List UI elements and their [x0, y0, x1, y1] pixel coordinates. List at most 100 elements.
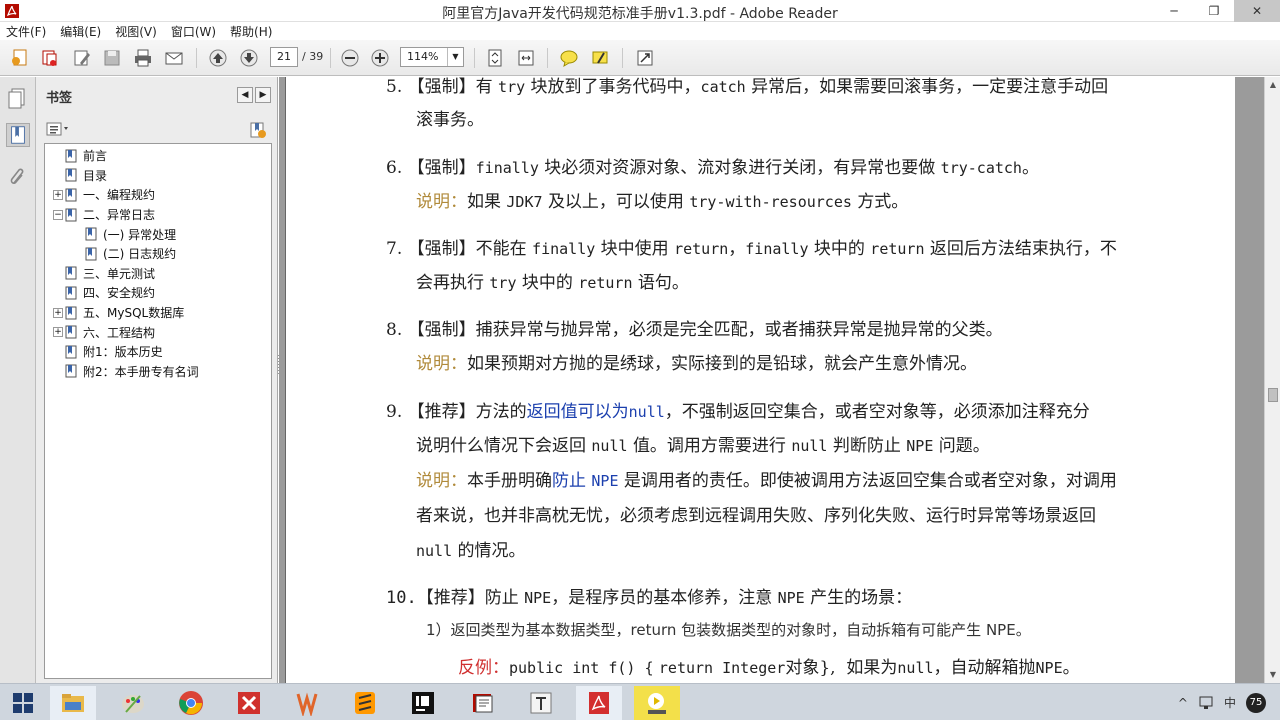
bookmark-label: 目录 — [83, 168, 108, 183]
bookmark-item[interactable]: 前言 — [45, 146, 271, 166]
bookmark-item[interactable]: + 一、编程规约 — [45, 185, 271, 205]
scroll-down-icon[interactable]: ▼ — [1265, 667, 1280, 683]
collapse-left-icon[interactable]: ◀ — [237, 87, 253, 103]
collapse-icon[interactable]: − — [53, 209, 63, 220]
bookmark-flag-icon — [85, 227, 97, 241]
tray-expand-icon[interactable]: ^ — [1178, 696, 1188, 710]
edit-pdf-icon[interactable] — [70, 46, 94, 70]
page-thumbnails-icon[interactable] — [6, 85, 30, 109]
rule-9-note-line-3: null 的情况。 — [416, 541, 526, 561]
expand-bookmark-icon[interactable] — [249, 121, 267, 139]
bookmark-flag-icon — [65, 188, 77, 202]
next-page-icon[interactable] — [237, 46, 261, 70]
wps-icon[interactable] — [284, 686, 330, 720]
expand-icon[interactable]: + — [53, 189, 63, 200]
bookmark-flag-icon — [65, 149, 77, 163]
scroll-up-icon[interactable]: ▲ — [1265, 77, 1280, 93]
rule-10-line-1: 10.【推荐】防止 NPE，是程序员的基本修养，注意 NPE 产生的场景： — [386, 588, 913, 608]
rule-7-line-2: 会再执行 try 块中的 return 语句。 — [416, 273, 689, 293]
close-button[interactable]: ✕ — [1234, 0, 1280, 22]
page-total: / 39 — [302, 50, 324, 63]
acrobat-icon[interactable] — [576, 686, 622, 720]
menu-help[interactable]: 帮助(H) — [230, 23, 278, 40]
input-method-indicator[interactable]: 中 — [1224, 694, 1236, 711]
menu-window[interactable]: 窗口(W) — [171, 23, 222, 40]
vertical-scrollbar[interactable]: ▲ ▼ — [1264, 77, 1280, 683]
menu-file[interactable]: 文件(F) — [6, 23, 52, 40]
bookmark-item[interactable]: (二) 日志规约 — [45, 244, 271, 264]
bookmark-item[interactable]: 目录 — [45, 166, 271, 186]
page-number-input[interactable]: 21 — [270, 47, 298, 67]
bookmark-item[interactable]: 附1：版本历史 — [45, 342, 271, 362]
network-icon[interactable] — [1198, 695, 1214, 711]
expand-icon[interactable]: + — [53, 327, 63, 338]
rule-5-line-2: 滚事务。 — [416, 110, 484, 130]
sublime-icon[interactable] — [342, 686, 388, 720]
document-page: 5. 【强制】有 try 块放到了事务代码中，catch 异常后，如果需要回滚事… — [285, 77, 1235, 683]
rule-6-line-1: 6. 【强制】finally 块必须对资源对象、流对象进行关闭，有异常也要做 t… — [386, 158, 1039, 178]
file-explorer-icon[interactable] — [50, 686, 96, 720]
menu-view[interactable]: 视图(V) — [115, 23, 163, 40]
window-title: 阿里官方Java开发代码规范标准手册v1.3.pdf - Adobe Reade… — [442, 6, 838, 22]
bookmark-label: (二) 日志规约 — [103, 247, 177, 262]
player-icon[interactable] — [634, 686, 680, 720]
save-icon[interactable] — [100, 46, 124, 70]
restore-button[interactable]: ❐ — [1194, 0, 1234, 22]
bookmarks-icon[interactable] — [6, 123, 30, 147]
zoom-out-icon[interactable] — [338, 46, 362, 70]
navigation-pane — [0, 77, 36, 683]
chrome-icon[interactable] — [168, 686, 214, 720]
previous-page-icon[interactable] — [206, 46, 230, 70]
rule-10-example: 反例：public int f() { return Integer对象}, 如… — [458, 658, 1080, 678]
zoom-select[interactable]: 114% ▼ — [400, 47, 464, 67]
minimize-button[interactable]: ─ — [1154, 0, 1194, 22]
fullscreen-icon[interactable] — [633, 46, 657, 70]
intellij-icon[interactable] — [400, 686, 446, 720]
windows-start-icon[interactable] — [0, 686, 46, 720]
highlight-icon[interactable] — [588, 46, 612, 70]
bookmarks-header: 书签 — [46, 91, 73, 106]
rule-10-sub-1: 1）返回类型为基本数据类型，return 包装数据类型的对象时，自动拆箱有可能产… — [426, 621, 1031, 639]
rule-8-line-1: 8. 【强制】捕获异常与抛异常，必须是完全匹配，或者捕获异常是抛异常的父类。 — [386, 320, 1003, 340]
email-icon[interactable] — [162, 46, 186, 70]
attachment-icon[interactable] — [6, 165, 30, 189]
combine-files-icon[interactable] — [38, 46, 62, 70]
zoom-in-icon[interactable] — [368, 46, 392, 70]
bookmark-item[interactable]: − 二、异常日志 — [45, 205, 271, 225]
scroll-thumb[interactable] — [1268, 388, 1278, 402]
bookmark-flag-icon — [65, 266, 77, 280]
notification-badge[interactable]: 75 — [1246, 692, 1266, 713]
bookmark-flag-icon — [65, 208, 77, 222]
fit-width-icon[interactable] — [514, 46, 538, 70]
bookmark-flag-icon — [65, 345, 77, 359]
print-icon[interactable] — [131, 46, 155, 70]
bookmark-item[interactable]: + 六、工程结构 — [45, 322, 271, 342]
typora-icon[interactable] — [518, 686, 564, 720]
bookmark-flag-icon — [65, 168, 77, 182]
bookmark-item[interactable]: 三、单元测试 — [45, 264, 271, 284]
menu-edit[interactable]: 编辑(E) — [60, 23, 107, 40]
bookmark-item[interactable]: (一) 异常处理 — [45, 224, 271, 244]
expand-icon[interactable]: + — [53, 307, 63, 318]
title-bar: 阿里官方Java开发代码规范标准手册v1.3.pdf - Adobe Reade… — [0, 0, 1280, 22]
bookmark-label: 三、单元测试 — [83, 266, 156, 281]
rule-7-line-1: 7. 【强制】不能在 finally 块中使用 return，finally 块… — [386, 239, 1117, 259]
create-pdf-icon[interactable] — [8, 46, 32, 70]
bookmark-options-icon[interactable] — [46, 121, 72, 137]
chevron-down-icon[interactable]: ▼ — [447, 48, 463, 66]
paint-icon[interactable] — [110, 686, 156, 720]
collapse-right-icon[interactable]: ▶ — [255, 87, 271, 103]
rule-6-note: 说明：如果 JDK7 及以上，可以使用 try-with-resources 方… — [416, 192, 909, 212]
bookmarks-panel: 书签 ◀ ▶ 前言目录 + 一、编程规约 − 二、异常日志 (一) 异常处理 (二) 日志规… — [36, 77, 278, 683]
rule-9-line-1: 9. 【推荐】方法的返回值可以为null，不强制返回空集合，或者空对象等，必须添… — [386, 402, 1090, 422]
bookmark-label: 前言 — [83, 149, 108, 164]
comment-icon[interactable] — [557, 46, 581, 70]
bookmark-item[interactable]: 四、安全规约 — [45, 283, 271, 303]
bookmark-label: (一) 异常处理 — [103, 227, 177, 242]
bookmark-item[interactable]: + 五、MySQL数据库 — [45, 303, 271, 323]
xmind-icon[interactable] — [226, 686, 272, 720]
rule-9-line-2: 说明什么情况下会返回 null 值。调用方需要进行 null 判断防止 NPE … — [416, 436, 990, 456]
book-app-icon[interactable] — [460, 686, 506, 720]
fit-page-icon[interactable] — [483, 46, 507, 70]
bookmark-item[interactable]: 附2：本手册专有名词 — [45, 362, 271, 382]
